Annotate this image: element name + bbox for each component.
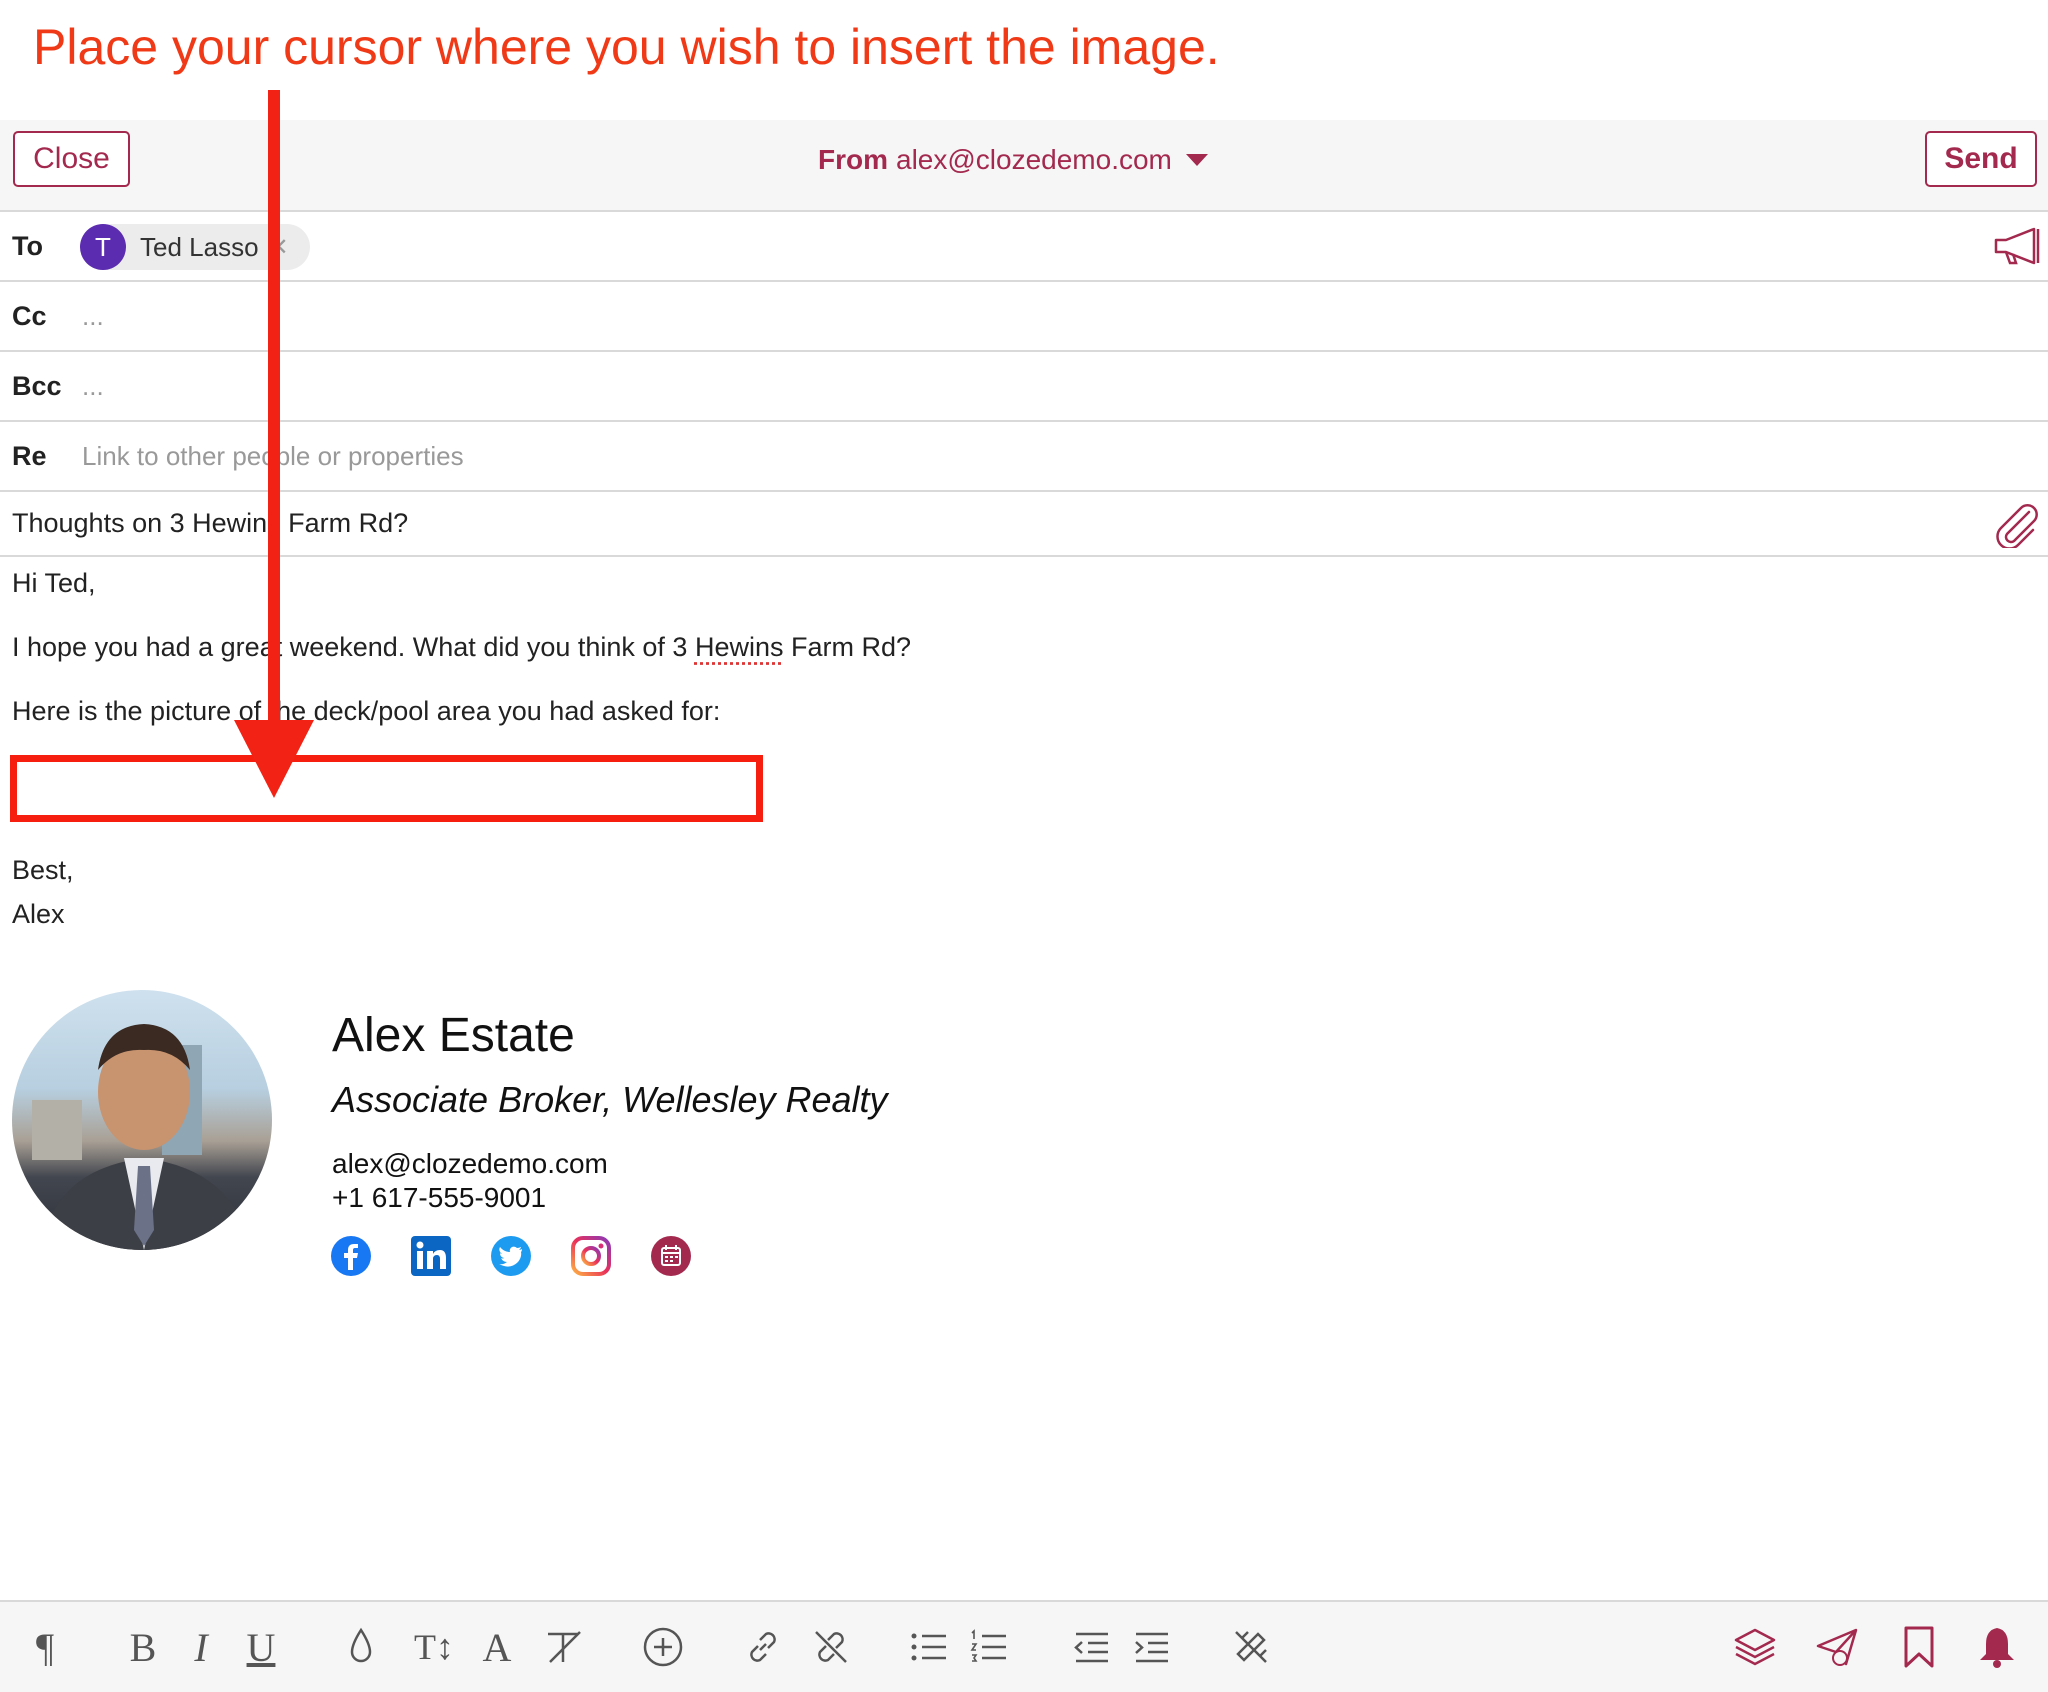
- color-drop-icon[interactable]: [338, 1624, 384, 1670]
- to-row[interactable]: To T Ted Lasso ✕: [0, 212, 2048, 282]
- from-address: alex@clozedemo.com: [896, 144, 1172, 176]
- bcc-label: Bcc: [12, 352, 62, 420]
- send-later-icon[interactable]: [1814, 1624, 1860, 1670]
- body-greeting: Hi Ted,: [12, 568, 96, 599]
- instagram-icon[interactable]: [570, 1235, 612, 1277]
- underline-icon[interactable]: U: [238, 1624, 284, 1670]
- compose-header: Close From alex@clozedemo.com Send: [0, 120, 2048, 212]
- subject-row[interactable]: Thoughts on 3 Hewins Farm Rd?: [0, 492, 2048, 557]
- cc-label: Cc: [12, 282, 47, 350]
- paragraph-icon[interactable]: ¶: [22, 1624, 68, 1670]
- insert-icon[interactable]: [640, 1624, 686, 1670]
- close-button[interactable]: Close: [13, 131, 130, 187]
- clear-format-icon[interactable]: [540, 1624, 586, 1670]
- bold-icon[interactable]: B: [120, 1624, 166, 1670]
- body-sender: Alex: [12, 899, 65, 930]
- cc-field[interactable]: ...: [82, 282, 104, 350]
- body-line-1: I hope you had a great weekend. What did…: [12, 632, 911, 663]
- font-icon[interactable]: A: [474, 1624, 520, 1670]
- text-size-icon[interactable]: T↕: [404, 1624, 464, 1670]
- from-label: From: [818, 144, 888, 176]
- clear-styles-icon[interactable]: [1228, 1624, 1274, 1670]
- signature-name: Alex Estate: [332, 1008, 575, 1063]
- body-line-1-start: I hope you had a great weekend. What did…: [12, 632, 695, 662]
- signature-email[interactable]: alex@clozedemo.com: [332, 1148, 608, 1180]
- link-icon[interactable]: [740, 1624, 786, 1670]
- chevron-down-icon: [1186, 154, 1208, 166]
- bookmark-icon[interactable]: [1896, 1624, 1942, 1670]
- indent-icon[interactable]: [1128, 1624, 1174, 1670]
- signature-title: Associate Broker, Wellesley Realty: [332, 1079, 888, 1121]
- bell-icon[interactable]: [1974, 1624, 2020, 1670]
- layers-icon[interactable]: [1732, 1624, 1778, 1670]
- to-label: To: [12, 212, 43, 280]
- re-label: Re: [12, 422, 47, 490]
- bcc-row[interactable]: Bcc ...: [0, 352, 2048, 422]
- facebook-icon[interactable]: [330, 1235, 372, 1277]
- insertion-highlight-box[interactable]: [10, 755, 763, 822]
- bullet-list-icon[interactable]: [906, 1624, 952, 1670]
- formatting-toolbar: ¶ B I U T↕ A: [0, 1600, 2048, 1692]
- re-row[interactable]: Re Link to other people or properties: [0, 422, 2048, 492]
- spelling-flag[interactable]: Hewins: [695, 632, 784, 662]
- signature-phone[interactable]: +1 617-555-9001: [332, 1182, 546, 1214]
- body-line-1-end: Farm Rd?: [783, 632, 911, 662]
- from-selector[interactable]: From alex@clozedemo.com: [818, 144, 1208, 176]
- italic-icon[interactable]: I: [178, 1624, 224, 1670]
- subject-field[interactable]: Thoughts on 3 Hewins Farm Rd?: [12, 492, 408, 554]
- recipient-avatar: T: [80, 224, 126, 270]
- outdent-icon[interactable]: [1068, 1624, 1114, 1670]
- annotation-arrow-shaft: [268, 90, 280, 730]
- twitter-icon[interactable]: [490, 1235, 532, 1277]
- annotation-instruction: Place your cursor where you wish to inse…: [33, 18, 1220, 76]
- signature-photo: [12, 990, 272, 1250]
- body-line-2: Here is the picture of the deck/pool are…: [12, 696, 720, 727]
- send-button[interactable]: Send: [1925, 131, 2037, 187]
- linkedin-icon[interactable]: [410, 1235, 452, 1277]
- recipient-name: Ted Lasso: [140, 232, 259, 263]
- calendar-icon[interactable]: [650, 1235, 692, 1277]
- unlink-icon[interactable]: [808, 1624, 854, 1670]
- cc-row[interactable]: Cc ...: [0, 282, 2048, 352]
- body-closing: Best,: [12, 855, 74, 886]
- annotation-arrow-head: [234, 720, 314, 798]
- megaphone-icon[interactable]: [1992, 226, 2042, 266]
- bcc-field[interactable]: ...: [82, 352, 104, 420]
- numbered-list-icon[interactable]: [966, 1624, 1012, 1670]
- attachment-icon[interactable]: [1993, 502, 2039, 548]
